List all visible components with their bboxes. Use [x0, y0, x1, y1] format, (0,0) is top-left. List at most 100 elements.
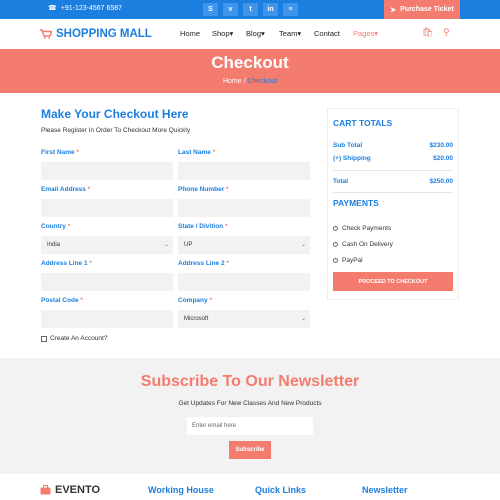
- nav-team-label: Team: [279, 29, 298, 38]
- postal-label-text: Postal Code: [41, 297, 79, 304]
- linkedin-icon[interactable]: in: [263, 3, 278, 16]
- address2-label-text: Address Line 2: [178, 260, 225, 267]
- nav-pages[interactable]: Pages▾: [353, 29, 378, 38]
- phone-number: +91-123-4567 6587: [60, 4, 123, 12]
- total-label: Total: [333, 178, 349, 185]
- proceed-to-checkout-button[interactable]: PROCEED TO CHECKOUT: [333, 272, 453, 291]
- checkout-subtitle: Please Register In Order To Checkout Mor…: [41, 127, 191, 134]
- phone-input[interactable]: [178, 199, 310, 217]
- top-bar: ☎ +91-123-4567 6587 S v t in ≡ ➤ Purchas…: [0, 0, 500, 19]
- last-name-label-text: Last Name: [178, 149, 211, 156]
- nav-home[interactable]: Home: [180, 29, 200, 38]
- search-icon[interactable]: ⚲: [443, 27, 450, 38]
- nav-team[interactable]: Team▾: [279, 29, 301, 38]
- briefcase-icon: [40, 485, 51, 495]
- footer-heading-quick-links: Quick Links: [255, 485, 307, 495]
- payment-option-check[interactable]: Check Payments: [333, 225, 391, 232]
- postal-input[interactable]: [41, 310, 173, 328]
- email-label: Email Address *: [41, 186, 90, 193]
- subscribe-button[interactable]: Subscribe: [229, 441, 271, 459]
- address1-label: Address Line 1 *: [41, 260, 92, 267]
- state-select[interactable]: UP ⌄: [178, 236, 310, 254]
- required-mark: *: [224, 223, 228, 230]
- shipping-row: (+) Shipping $20.00: [333, 155, 453, 162]
- country-select[interactable]: India ⌄: [41, 236, 173, 254]
- cart-logo-icon: [40, 29, 52, 39]
- nav-blog-label: Blog: [246, 29, 262, 38]
- company-label: Company *: [178, 297, 212, 304]
- nav-contact[interactable]: Contact: [314, 29, 340, 38]
- payment-radio[interactable]: [333, 226, 338, 231]
- state-value: UP: [184, 242, 193, 248]
- skype-icon[interactable]: S: [203, 3, 218, 16]
- last-name-input[interactable]: [178, 162, 310, 180]
- country-label: Country *: [41, 223, 70, 230]
- payment-radio[interactable]: [333, 258, 338, 263]
- country-value: India: [47, 242, 61, 248]
- breadcrumb: Home / Checkout: [0, 78, 500, 85]
- sub-total-label: Sub Total: [333, 142, 363, 149]
- create-account-option[interactable]: Create An Account?: [41, 335, 107, 342]
- total-row: Total $250.00: [333, 178, 453, 185]
- purchase-ticket-button[interactable]: ➤ Purchase Ticket: [384, 0, 460, 19]
- company-select[interactable]: Microsoft ⌄: [178, 310, 310, 328]
- purchase-ticket-label: Purchase Ticket: [400, 6, 454, 13]
- main-nav: SHOPPING MALL Home Shop▾ Blog▾ Team▾ Con…: [0, 19, 500, 49]
- create-account-checkbox[interactable]: [41, 335, 47, 342]
- address2-input[interactable]: [178, 273, 310, 291]
- required-mark: *: [80, 297, 83, 304]
- newsletter-email-input[interactable]: Enter email here: [187, 417, 313, 435]
- address2-label: Address Line 2 *: [178, 260, 229, 267]
- required-mark: *: [76, 149, 79, 156]
- sub-total-value: $230.00: [429, 142, 454, 149]
- vimeo-icon[interactable]: v: [223, 3, 238, 16]
- footer-brand[interactable]: EVENTO: [40, 484, 100, 496]
- country-label-text: Country: [41, 223, 66, 230]
- bag-icon[interactable]: 🛍: [422, 27, 433, 38]
- footer-brand-name: EVENTO: [55, 484, 101, 496]
- chevron-down-icon: ▾: [229, 29, 234, 38]
- email-input[interactable]: [41, 199, 173, 217]
- phone-label: Phone Number *: [178, 186, 229, 193]
- first-name-input[interactable]: [41, 162, 173, 180]
- breadcrumb-home[interactable]: Home: [223, 78, 242, 85]
- phone-contact[interactable]: ☎ +91-123-4567 6587: [48, 4, 123, 13]
- first-name-label: First Name *: [41, 149, 79, 156]
- email-label-text: Email Address: [41, 186, 86, 193]
- postal-label: Postal Code *: [41, 297, 83, 304]
- chevron-down-icon: ⌄: [300, 242, 306, 248]
- footer-heading-newsletter: Newsletter: [362, 485, 408, 495]
- payment-radio[interactable]: [333, 242, 338, 247]
- nav-shop[interactable]: Shop▾: [212, 29, 233, 38]
- rss-icon[interactable]: ≡: [283, 3, 298, 16]
- shipping-label: (+) Shipping: [333, 155, 371, 162]
- breadcrumb-current: Checkout: [247, 78, 278, 85]
- newsletter-subtitle: Get Updates For New Classes And New Prod…: [178, 400, 322, 407]
- chevron-down-icon: ⌄: [163, 242, 169, 248]
- divider: [333, 192, 453, 193]
- nav-shop-label: Shop: [212, 29, 230, 38]
- state-label: State / Divition *: [178, 223, 228, 230]
- twitter-icon[interactable]: t: [243, 3, 258, 16]
- breadcrumb-separator: /: [243, 78, 246, 85]
- page-banner: Checkout Home / Checkout: [0, 49, 500, 93]
- last-name-label: Last Name *: [178, 149, 215, 156]
- payment-check-label: Check Payments: [342, 225, 392, 232]
- required-mark: *: [209, 297, 212, 304]
- required-mark: *: [226, 186, 229, 193]
- shipping-value: $20.00: [433, 155, 453, 162]
- address1-input[interactable]: [41, 273, 173, 291]
- required-mark: *: [67, 223, 71, 230]
- brand-logo[interactable]: SHOPPING MALL: [40, 28, 152, 40]
- required-mark: *: [226, 260, 229, 267]
- payment-option-paypal[interactable]: PayPal: [333, 257, 363, 264]
- chevron-down-icon: ⌄: [300, 316, 306, 322]
- nav-blog[interactable]: Blog▾: [246, 29, 265, 38]
- payment-option-cod[interactable]: Cash On Delivery: [333, 241, 393, 248]
- sub-total-row: Sub Total $230.00: [333, 142, 453, 149]
- required-mark: *: [212, 149, 216, 156]
- payment-paypal-label: PayPal: [342, 257, 363, 264]
- payments-title: PAYMENTS: [333, 198, 379, 208]
- company-value: Microsoft: [184, 316, 209, 322]
- required-mark: *: [87, 186, 91, 193]
